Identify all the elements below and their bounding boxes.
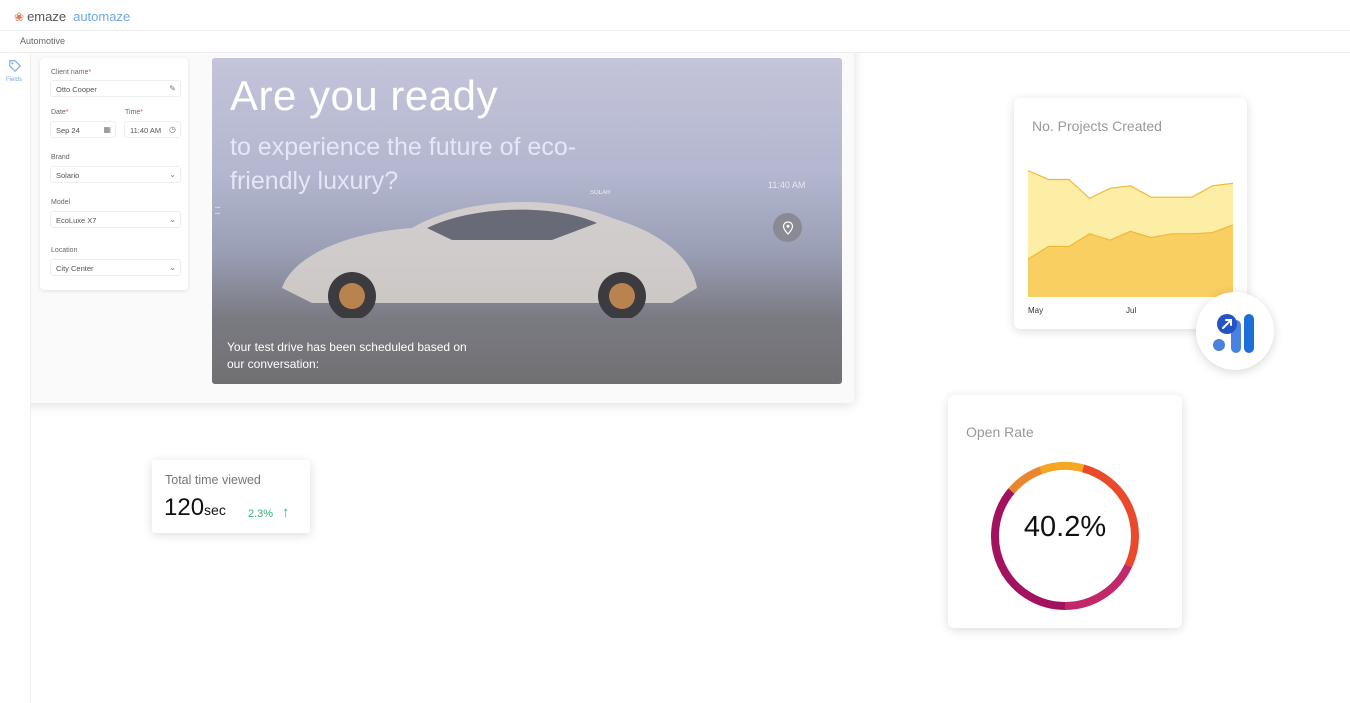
date-field[interactable]: Sep 24 ▦ — [50, 121, 116, 138]
calendar-icon[interactable]: ▦ — [103, 125, 111, 134]
logo-product: automaze — [73, 9, 131, 24]
hero-headline: Are you ready — [230, 72, 498, 119]
x-tick-label: May — [1028, 306, 1043, 315]
logo-brand: emaze — [27, 9, 67, 24]
hero-subheadline: to experience the future of eco-friendly… — [230, 133, 577, 195]
time-field[interactable]: 11:40 AM ◷ — [124, 121, 181, 138]
hero-message: Your test drive has been scheduled based… — [227, 340, 467, 371]
donut-segment — [991, 488, 1066, 610]
time-viewed-delta: 2.3% — [248, 508, 274, 520]
model-value: EcoLuxe X7 — [56, 216, 97, 225]
client-name-value: Otto Cooper — [56, 85, 97, 94]
hero-preview: ▪▪▪ ▪▪▪ Are you ready to experience the f… — [212, 58, 842, 384]
brand-select[interactable]: Solario ⌄ — [50, 166, 181, 183]
car-image — [282, 201, 697, 318]
arrow-up-icon: ↑ — [282, 504, 290, 521]
client-form: Client name* Otto Cooper ✎ Date* Sep 24 … — [40, 58, 188, 290]
analytics-icon[interactable] — [1196, 292, 1274, 370]
rail-label[interactable]: Fields — [6, 77, 22, 83]
chevron-down-icon: ⌄ — [169, 170, 176, 179]
app-window: ❀ emaze automaze Automotive Fields Clien… — [0, 0, 1350, 703]
photo-watermark: ▪▪▪ ▪▪▪ — [215, 205, 221, 217]
model-label: Model — [51, 199, 71, 206]
date-value: Sep 24 — [56, 126, 80, 135]
time-value: 11:40 AM — [130, 126, 162, 135]
open-rate-title: Open Rate — [966, 424, 1034, 440]
time-viewed-unit: sec — [204, 502, 226, 518]
donut-segment — [1064, 563, 1133, 610]
location-pin-icon — [773, 213, 802, 242]
location-label: Location — [51, 247, 78, 254]
location-value: City Center — [56, 264, 94, 273]
time-viewed-value: 120sec — [164, 494, 226, 521]
time-viewed-card: Total time viewed 120sec 2.3% ↑ — [152, 460, 310, 533]
open-rate-card: Open Rate 40.2% — [948, 395, 1182, 628]
brand-value: Solario — [56, 171, 80, 180]
time-label: Time* — [125, 109, 144, 116]
logo-flower-icon: ❀ — [14, 9, 25, 24]
chevron-down-icon: ⌄ — [169, 263, 176, 272]
client-name-field[interactable]: Otto Cooper ✎ — [50, 80, 181, 97]
brand-watermark: SOLAR — [590, 190, 611, 196]
donut-segment — [1008, 466, 1043, 494]
x-tick-label: Jul — [1126, 306, 1136, 315]
hero-side-time: 11:40 AM — [768, 180, 806, 190]
chevron-down-icon: ⌄ — [169, 215, 176, 224]
time-viewed-title: Total time viewed — [165, 473, 261, 487]
client-name-label: Client name* — [51, 69, 92, 76]
side-rail: Fields — [0, 53, 31, 703]
open-rate-value: 40.2% — [1023, 511, 1107, 543]
breadcrumb-item[interactable]: Automotive — [20, 36, 65, 46]
location-select[interactable]: City Center ⌄ — [50, 259, 181, 276]
donut-segment — [1039, 462, 1085, 475]
model-select[interactable]: EcoLuxe X7 ⌄ — [50, 211, 181, 228]
app-header: ❀ emaze automaze — [0, 0, 1350, 31]
breadcrumb: Automotive — [0, 31, 1350, 53]
edit-icon[interactable]: ✎ — [169, 84, 176, 93]
tag-icon[interactable] — [8, 59, 22, 73]
brand-label: Brand — [51, 154, 70, 161]
app-logo[interactable]: ❀ emaze automaze — [14, 9, 130, 24]
clock-icon[interactable]: ◷ — [169, 125, 176, 134]
date-label: Date* — [51, 109, 69, 116]
